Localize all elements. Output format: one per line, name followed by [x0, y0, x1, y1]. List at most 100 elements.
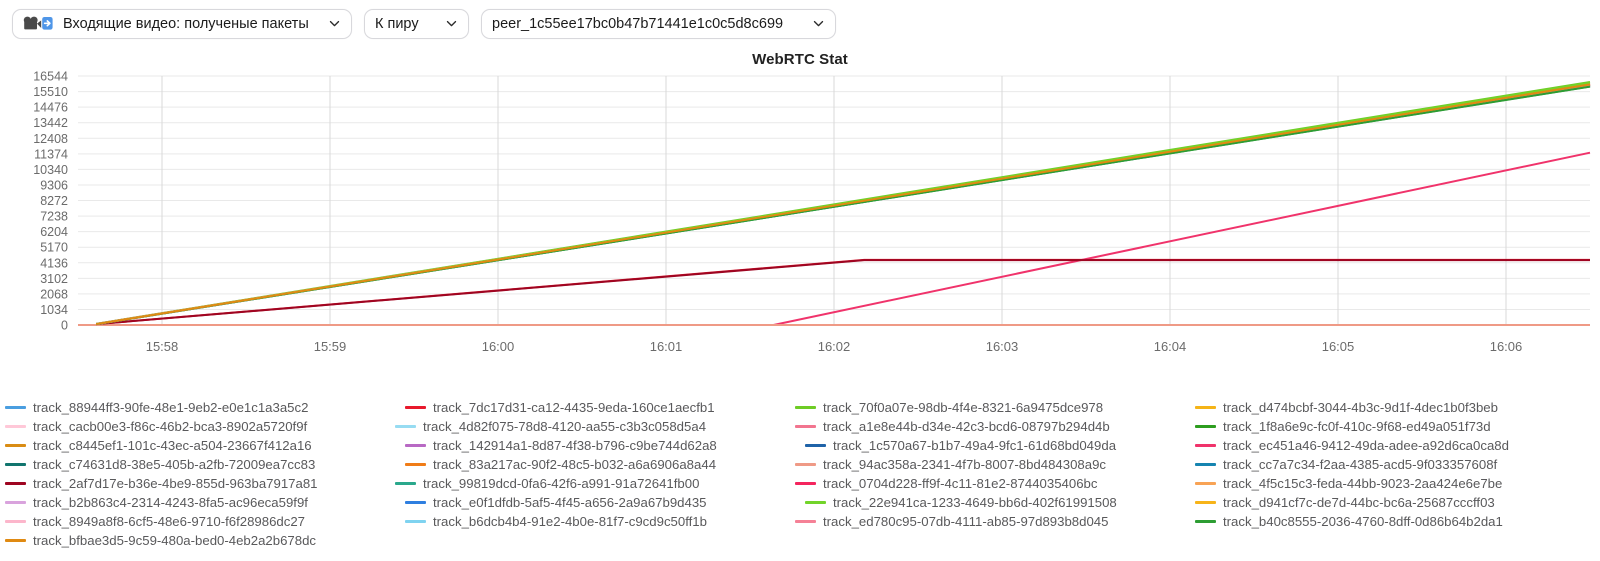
legend-item[interactable]: track_d941cf7c-de7d-44bc-bc6a-25687cccff… — [1192, 493, 1592, 512]
legend-item[interactable]: track_88944ff3-90fe-48e1-9eb2-e0e1c1a3a5… — [2, 398, 402, 417]
y-axis-tick-label: 14476 — [33, 101, 68, 115]
legend-item-label: track_7dc17d31-ca12-4435-9eda-160ce1aecf… — [433, 400, 715, 415]
legend-color-swatch — [5, 406, 26, 409]
legend-color-swatch — [5, 520, 26, 523]
legend-item[interactable]: track_b6dcb4b4-91e2-4b0e-81f7-c9cd9c50ff… — [402, 512, 792, 531]
legend-item-label: track_4f5c15c3-feda-44bb-9023-2aa424e6e7… — [1223, 476, 1503, 491]
legend-item[interactable]: track_4d82f075-78d8-4120-aa55-c3b3c058d5… — [392, 417, 792, 436]
legend-color-swatch — [795, 482, 816, 485]
legend-item[interactable]: track_1c570a67-b1b7-49a4-9fc1-61d68bd049… — [802, 436, 1192, 455]
legend-item[interactable]: track_b2b863c4-2314-4243-8fa5-ac96eca59f… — [2, 493, 402, 512]
legend-item[interactable]: track_ec451a46-9412-49da-adee-a92d6ca0ca… — [1192, 436, 1592, 455]
legend-item[interactable]: track_2af7d17e-b36e-4be9-855d-963ba7917a… — [2, 474, 392, 493]
toolbar: Входящие видео: полученые пакеты К пиру … — [0, 0, 1600, 39]
y-axis-tick-label: 5170 — [40, 241, 68, 255]
legend-item-label: track_70f0a07e-98db-4f4e-8321-6a9475dce9… — [823, 400, 1104, 415]
legend-color-swatch — [405, 463, 426, 466]
series-line — [96, 258, 1590, 326]
y-axis-tick-label: 7238 — [40, 210, 68, 224]
series-line — [96, 259, 1590, 326]
legend-item-label: track_a1e8e44b-d34e-42c3-bcd6-08797b294d… — [823, 419, 1110, 434]
legend-item[interactable]: track_d474bcbf-3044-4b3c-9d1f-4dec1b0f3b… — [1192, 398, 1592, 417]
legend-color-swatch — [5, 463, 26, 466]
legend-item[interactable]: track_1f8a6e9c-fc0f-410c-9f68-ed49a051f7… — [1192, 417, 1582, 436]
legend-item[interactable]: track_c74631d8-38e5-405b-a2fb-72009ea7cc… — [2, 455, 402, 474]
legend-item-label: track_ec451a46-9412-49da-adee-a92d6ca0ca… — [1223, 438, 1509, 453]
stat-type-select[interactable]: Входящие видео: полученые пакеты — [12, 8, 352, 39]
legend-item[interactable]: track_4f5c15c3-feda-44bb-9023-2aa424e6e7… — [1192, 474, 1582, 493]
legend-item[interactable]: track_cc7a7c34-f2aa-4385-acd5-9f03335760… — [1192, 455, 1592, 474]
chart-legend: track_88944ff3-90fe-48e1-9eb2-e0e1c1a3a5… — [0, 398, 1600, 550]
x-axis-tick-label: 15:58 — [146, 339, 179, 354]
peer-select[interactable]: peer_1c55ee17bc0b47b71441e1c0c5d8c699 — [481, 8, 836, 39]
legend-item-label: track_d474bcbf-3044-4b3c-9d1f-4dec1b0f3b… — [1223, 400, 1498, 415]
legend-item[interactable]: track_ed780c95-07db-4111-ab85-97d893b8d0… — [792, 512, 1192, 531]
legend-item[interactable]: track_0704d228-ff9f-4c11-81e2-8744035406… — [792, 474, 1192, 493]
legend-item-label: track_bfbae3d5-9c59-480a-bed0-4eb2a2b678… — [33, 533, 317, 548]
legend-item[interactable]: track_8949a8f8-6cf5-48e6-9710-f6f28986dc… — [2, 512, 402, 531]
legend-color-swatch — [795, 406, 816, 409]
x-axis-tick-label: 15:59 — [314, 339, 347, 354]
legend-color-swatch — [1195, 425, 1216, 428]
legend-item[interactable]: track_cacb00e3-f86c-46b2-bca3-8902a5720f… — [2, 417, 392, 436]
legend-item[interactable]: track_70f0a07e-98db-4f4e-8321-6a9475dce9… — [792, 398, 1192, 417]
legend-item-label: track_cc7a7c34-f2aa-4385-acd5-9f03335760… — [1223, 457, 1498, 472]
chevron-down-icon[interactable] — [445, 17, 458, 30]
legend-color-swatch — [5, 444, 26, 447]
legend-item-label: track_1c570a67-b1b7-49a4-9fc1-61d68bd049… — [833, 438, 1117, 453]
x-axis-tick-label: 16:04 — [1154, 339, 1187, 354]
legend-color-swatch — [1195, 463, 1216, 466]
legend-color-swatch — [395, 425, 416, 428]
legend-color-swatch — [795, 520, 816, 523]
legend-item[interactable]: track_e0f1dfdb-5af5-4f45-a656-2a9a67b9d4… — [402, 493, 802, 512]
legend-color-swatch — [405, 406, 426, 409]
legend-color-swatch — [795, 463, 816, 466]
x-axis-tick-label: 16:06 — [1490, 339, 1523, 354]
legend-item[interactable]: track_99819dcd-0fa6-42f6-a991-91a72641fb… — [392, 474, 792, 493]
legend-item-label: track_22e941ca-1233-4649-bb6d-402f619915… — [833, 495, 1117, 510]
legend-color-swatch — [1195, 520, 1216, 523]
chart-svg: 1654415510144761344212408113741034093068… — [33, 70, 1591, 354]
legend-item-label: track_cacb00e3-f86c-46b2-bca3-8902a5720f… — [33, 419, 308, 434]
legend-item[interactable]: track_142914a1-8d87-4f38-b796-c9be744d62… — [402, 436, 802, 455]
legend-item-label: track_8949a8f8-6cf5-48e6-9710-f6f28986dc… — [33, 514, 306, 529]
y-axis-tick-label: 11374 — [34, 147, 68, 161]
legend-item-label: track_b2b863c4-2314-4243-8fa5-ac96eca59f… — [33, 495, 308, 510]
x-axis-tick-label: 16:02 — [818, 339, 851, 354]
series-line — [773, 151, 1591, 326]
legend-color-swatch — [805, 444, 826, 447]
legend-item[interactable]: track_c8445ef1-101c-43ec-a504-23667f412a… — [2, 436, 402, 455]
chevron-down-icon[interactable] — [812, 17, 825, 30]
y-axis-tick-label: 8272 — [40, 194, 68, 208]
legend-item-label: track_ed780c95-07db-4111-ab85-97d893b8d0… — [823, 514, 1109, 529]
y-axis-tick-label: 1034 — [40, 303, 68, 317]
x-axis-tick-label: 16:05 — [1322, 339, 1355, 354]
legend-color-swatch — [1195, 444, 1216, 447]
legend-item-label: track_d941cf7c-de7d-44bc-bc6a-25687cccff… — [1223, 495, 1495, 510]
legend-item-label: track_2af7d17e-b36e-4be9-855d-963ba7917a… — [33, 476, 318, 491]
legend-item-label: track_b40c8555-2036-4760-8dff-0d86b64b2d… — [1223, 514, 1503, 529]
legend-color-swatch — [5, 539, 26, 542]
legend-item[interactable]: track_83a217ac-90f2-48c5-b032-a6a6906a8a… — [402, 455, 792, 474]
legend-item[interactable]: track_7dc17d31-ca12-4435-9eda-160ce1aecf… — [402, 398, 792, 417]
legend-color-swatch — [405, 520, 426, 523]
y-axis-tick-label: 10340 — [33, 163, 68, 177]
legend-color-swatch — [405, 501, 426, 504]
legend-item-label: track_83a217ac-90f2-48c5-b032-a6a6906a8a… — [433, 457, 717, 472]
target-select[interactable]: К пиру — [364, 8, 469, 39]
legend-item[interactable]: track_a1e8e44b-d34e-42c3-bcd6-08797b294d… — [792, 417, 1192, 436]
y-axis-tick-label: 0 — [61, 319, 68, 333]
legend-item[interactable]: track_bfbae3d5-9c59-480a-bed0-4eb2a2b678… — [2, 531, 392, 550]
legend-color-swatch — [5, 501, 26, 504]
legend-item[interactable]: track_94ac358a-2341-4f7b-8007-8bd484308a… — [792, 455, 1192, 474]
legend-item[interactable]: track_22e941ca-1233-4649-bb6d-402f619915… — [802, 493, 1192, 512]
chart-title: WebRTC Stat — [752, 51, 848, 68]
legend-color-swatch — [1195, 501, 1216, 504]
y-axis-tick-label: 16544 — [33, 70, 68, 84]
legend-item[interactable]: track_b40c8555-2036-4760-8dff-0d86b64b2d… — [1192, 512, 1592, 531]
chart-plot-area: 16544 15510 14476 13442 12408 11374 10340 9306 8… — [0, 68, 1600, 368]
chevron-down-icon[interactable] — [328, 17, 341, 30]
legend-item-label: track_1f8a6e9c-fc0f-410c-9f68-ed49a051f7… — [1223, 419, 1491, 434]
y-axis-tick-label: 13442 — [33, 116, 68, 130]
legend-color-swatch — [1195, 406, 1216, 409]
